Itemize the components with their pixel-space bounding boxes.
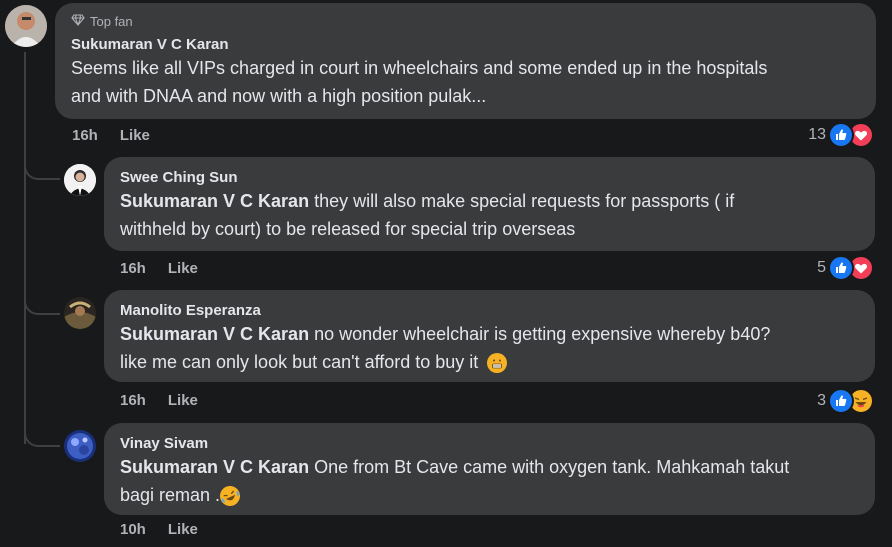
like-icon: [828, 388, 854, 414]
comment-author[interactable]: Sukumaran V C Karan: [71, 36, 860, 53]
reaction-count: 13: [808, 126, 826, 143]
comment-actions: 16h Like: [72, 127, 150, 144]
thread-line: [24, 52, 26, 444]
mention-link[interactable]: Sukumaran V C Karan: [120, 457, 309, 477]
reply-text: they will also make special requests for…: [309, 191, 735, 211]
reaction-count: 5: [817, 259, 826, 276]
reply-text-line: Sukumaran V C Karan no wonder wheelchair…: [120, 320, 859, 348]
avatar[interactable]: [64, 297, 96, 329]
like-button[interactable]: Like: [120, 127, 150, 144]
reply-text-line: withheld by court) to be released for sp…: [120, 219, 576, 239]
mention-link[interactable]: Sukumaran V C Karan: [120, 191, 309, 211]
reaction-summary[interactable]: 3: [817, 388, 874, 414]
diamond-icon: [71, 14, 85, 29]
like-icon: [828, 122, 854, 148]
reply-text-line: Sukumaran V C Karan One from Bt Cave cam…: [120, 453, 859, 481]
reply-actions: 10h Like: [120, 521, 198, 538]
avatar[interactable]: [5, 5, 47, 47]
avatar[interactable]: [64, 164, 96, 196]
reply-actions: 16h Like: [120, 392, 198, 409]
like-button[interactable]: Like: [168, 392, 198, 409]
reply-text-line: bagi reman .: [120, 481, 859, 510]
reply-text: like me can only look but can't afford t…: [120, 352, 479, 372]
top-fan-label: Top fan: [90, 14, 133, 29]
rofl-face-icon: [216, 482, 244, 510]
timestamp[interactable]: 16h: [72, 127, 98, 144]
avatar[interactable]: [64, 430, 96, 462]
reply-text: One from Bt Cave came with oxygen tank. …: [309, 457, 790, 477]
reply-bubble: Manolito Esperanza Sukumaran V C Karan n…: [104, 290, 875, 382]
reply-connector: [24, 417, 60, 447]
reply-text: no wonder wheelchair is getting expensiv…: [309, 324, 771, 344]
like-button[interactable]: Like: [168, 260, 198, 277]
reply-connector: [24, 285, 60, 315]
reply-text-line: Sukumaran V C Karan they will also make …: [120, 187, 859, 215]
comment-text-line: and with DNAA and now with a high positi…: [71, 86, 487, 106]
reply-text-line: like me can only look but can't afford t…: [120, 348, 859, 376]
reaction-summary[interactable]: 13: [808, 122, 874, 148]
reply-bubble: Swee Ching Sun Sukumaran V C Karan they …: [104, 157, 875, 251]
timestamp[interactable]: 16h: [120, 392, 146, 409]
timestamp[interactable]: 16h: [120, 260, 146, 277]
reaction-summary[interactable]: 5: [817, 255, 874, 281]
top-fan-badge: Top fan: [71, 14, 860, 29]
comment-bubble: Top fan Sukumaran V C Karan Seems like a…: [55, 3, 876, 119]
reply-connector: [24, 150, 60, 180]
reply-author[interactable]: Manolito Esperanza: [120, 302, 859, 319]
timestamp[interactable]: 10h: [120, 521, 146, 538]
grimacing-face-icon: [487, 353, 508, 374]
reply-text: bagi reman .: [120, 485, 221, 505]
reply-author[interactable]: Swee Ching Sun: [120, 169, 859, 186]
reply-author[interactable]: Vinay Sivam: [120, 435, 859, 452]
mention-link[interactable]: Sukumaran V C Karan: [120, 324, 309, 344]
reply-bubble: Vinay Sivam Sukumaran V C Karan One from…: [104, 423, 875, 515]
comment-text-line: Seems like all VIPs charged in court in …: [71, 58, 768, 78]
reaction-count: 3: [817, 392, 826, 409]
like-button[interactable]: Like: [168, 521, 198, 538]
reply-actions: 16h Like: [120, 260, 198, 277]
like-icon: [828, 255, 854, 281]
